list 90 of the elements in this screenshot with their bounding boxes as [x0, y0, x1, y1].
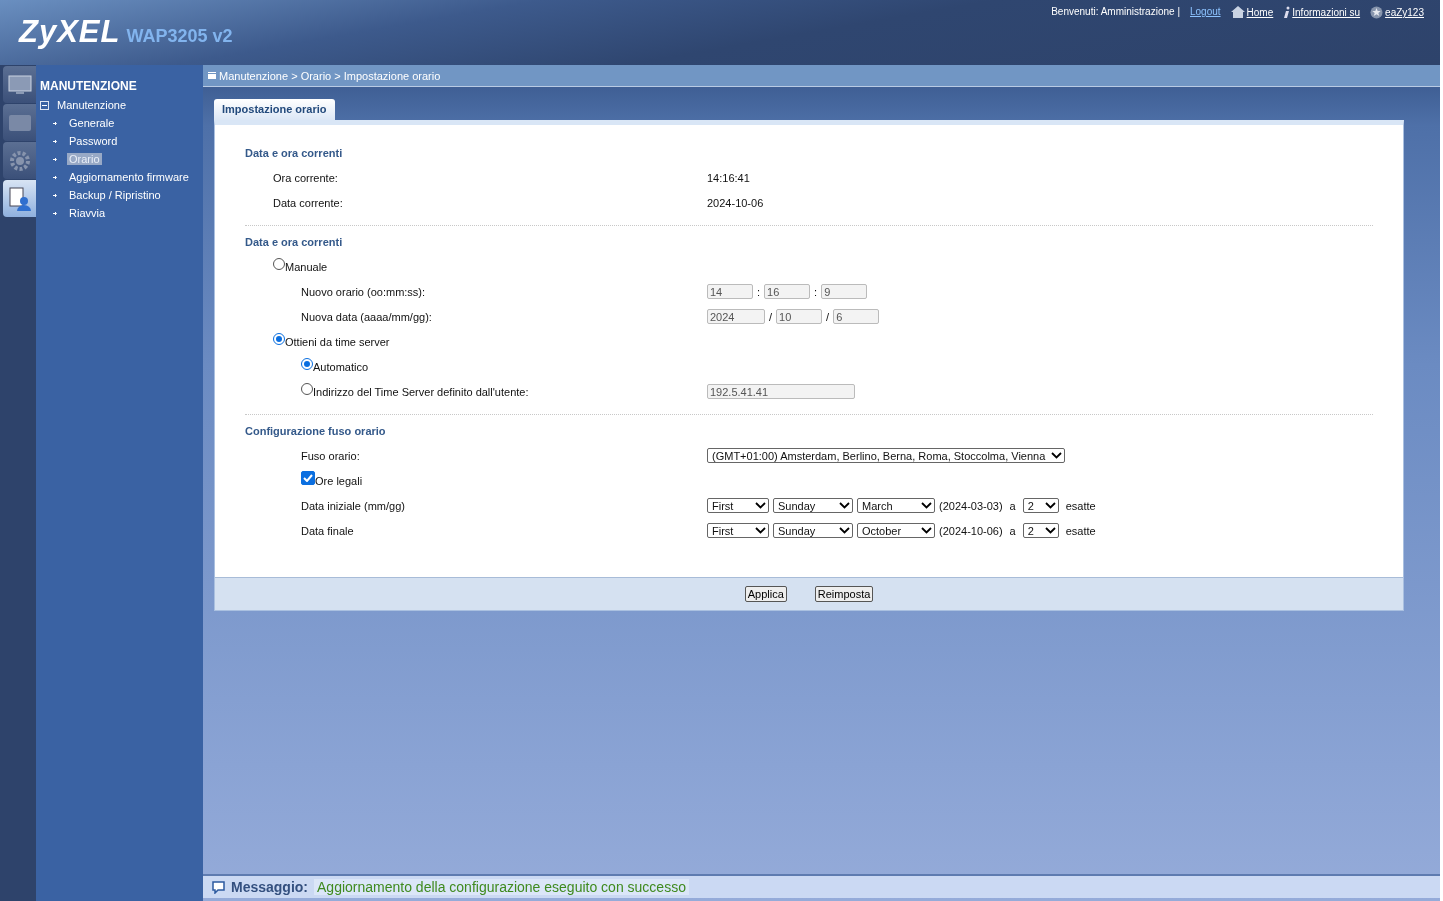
chevron-down-icon — [1044, 502, 1056, 509]
gear-icon — [7, 148, 32, 173]
chevron-down-icon — [755, 502, 766, 509]
brand-logo: ZyXEL — [19, 14, 121, 50]
chevron-down-icon — [1051, 452, 1062, 459]
reset-button[interactable]: Reimposta — [814, 586, 874, 602]
radio-label: Ottieni da time server — [285, 335, 390, 348]
side-tab[interactable] — [3, 180, 36, 217]
radio-button[interactable] — [273, 257, 285, 270]
easy-link[interactable]: eaZy123 — [1385, 7, 1424, 18]
field-label: Fuso orario: — [301, 449, 360, 462]
chevron-down-icon — [921, 502, 932, 509]
dropdown[interactable]: Sunday — [773, 523, 853, 538]
user-document-icon — [6, 185, 33, 212]
dropdown[interactable]: First — [707, 523, 769, 538]
arrow-icon — [53, 156, 58, 162]
screen-icon — [7, 112, 32, 133]
hour-dropdown[interactable]: 2 — [1022, 523, 1059, 538]
separator: : — [814, 285, 818, 298]
chevron-down-icon — [839, 527, 850, 534]
model-name: WAP3205 v2 — [126, 26, 233, 47]
sidebar-title: MANUTENZIONE — [39, 79, 138, 93]
sidebar-item[interactable]: Riavvia — [67, 207, 108, 219]
field-label: Data iniziale (mm/gg) — [301, 499, 405, 512]
star-icon — [1370, 6, 1384, 19]
radio-button[interactable] — [273, 332, 285, 345]
arrow-icon — [53, 120, 58, 126]
section-title: Data e ora correnti — [245, 236, 344, 250]
sidebar-item[interactable]: Backup / Ripristino — [67, 189, 163, 201]
arrow-icon — [53, 138, 58, 144]
sidebar-item[interactable]: Password — [67, 135, 120, 147]
field-label: Data corrente: — [273, 196, 343, 209]
field-label: Nuova data (aaaa/mm/gg): — [301, 310, 432, 323]
sidebar-item[interactable]: Generale — [67, 117, 117, 129]
radio-label: Indirizzo del Time Server definito dall'utente: — [313, 385, 529, 398]
tab[interactable]: Impostazione orario — [214, 99, 335, 120]
chevron-down-icon — [755, 527, 766, 534]
side-tab[interactable] — [3, 142, 36, 179]
page-icon — [208, 72, 216, 79]
breadcrumb: Manutenzione > Orario > Impostazione orario — [219, 69, 441, 82]
field-label: Nuovo orario (oo:mm:ss): — [301, 285, 426, 298]
chevron-down-icon — [1044, 527, 1056, 534]
separator: : — [757, 285, 761, 298]
logout-link[interactable]: Logout — [1190, 6, 1221, 17]
home-icon — [1230, 6, 1245, 18]
suffix-text: esatte — [1065, 499, 1096, 512]
message-label: Messaggio: — [231, 879, 308, 895]
field-label: Ora corrente: — [273, 171, 338, 184]
chevron-down-icon — [839, 502, 850, 509]
radio-label: Automatico — [313, 360, 369, 373]
sidebar-item[interactable]: Aggiornamento firmware — [67, 171, 191, 183]
radio-button[interactable] — [301, 382, 313, 395]
suffix-text: esatte — [1065, 524, 1096, 537]
separator: / — [826, 310, 830, 323]
hour-dropdown[interactable]: 2 — [1022, 498, 1059, 513]
dropdown[interactable]: Sunday — [773, 498, 853, 513]
at-text: a — [1009, 499, 1016, 512]
field-value: 2024-10-06 — [707, 196, 764, 209]
checkbox-label: Ore legali — [315, 474, 363, 487]
message-text: Aggiornamento della configurazione eseguito con successo — [314, 879, 689, 895]
separator: / — [769, 310, 773, 323]
timezone-select[interactable]: (GMT+01:00) Amsterdam, Berlino, Berna, Roma, Stoccolma, Vienna — [707, 448, 1065, 463]
apply-button[interactable]: Applica — [744, 586, 787, 602]
dropdown[interactable]: October — [857, 523, 935, 538]
sidebar-group[interactable]: Manutenzione — [57, 99, 127, 111]
home-link[interactable]: Home — [1246, 6, 1274, 18]
speech-bubble-icon — [212, 880, 225, 894]
info-icon — [1283, 6, 1291, 19]
section-title: Configurazione fuso orario — [245, 425, 387, 439]
dropdown[interactable]: March — [857, 498, 935, 513]
at-text: a — [1009, 524, 1016, 537]
dropdown[interactable]: First — [707, 498, 769, 513]
arrow-icon — [53, 210, 58, 216]
chevron-down-icon — [921, 527, 932, 534]
section-title: Data e ora correnti — [245, 147, 344, 161]
arrow-icon — [53, 192, 58, 198]
radio-label: Manuale — [285, 260, 328, 273]
checkbox[interactable] — [301, 470, 315, 485]
date-text: (2024-03-03) — [939, 499, 1003, 512]
monitor-icon — [7, 74, 32, 95]
radio-button[interactable] — [301, 357, 313, 370]
info-link[interactable]: Informazioni su — [1292, 7, 1361, 18]
field-label: Data finale — [301, 524, 354, 537]
welcome-text: Benvenuti: Amministrazione | — [1051, 6, 1180, 17]
date-text: (2024-10-06) — [939, 524, 1003, 537]
side-tab[interactable] — [3, 66, 36, 103]
arrow-icon — [53, 174, 58, 180]
collapse-icon[interactable] — [40, 100, 49, 110]
field-value: 14:16:41 — [707, 171, 750, 184]
check-icon — [303, 473, 313, 482]
